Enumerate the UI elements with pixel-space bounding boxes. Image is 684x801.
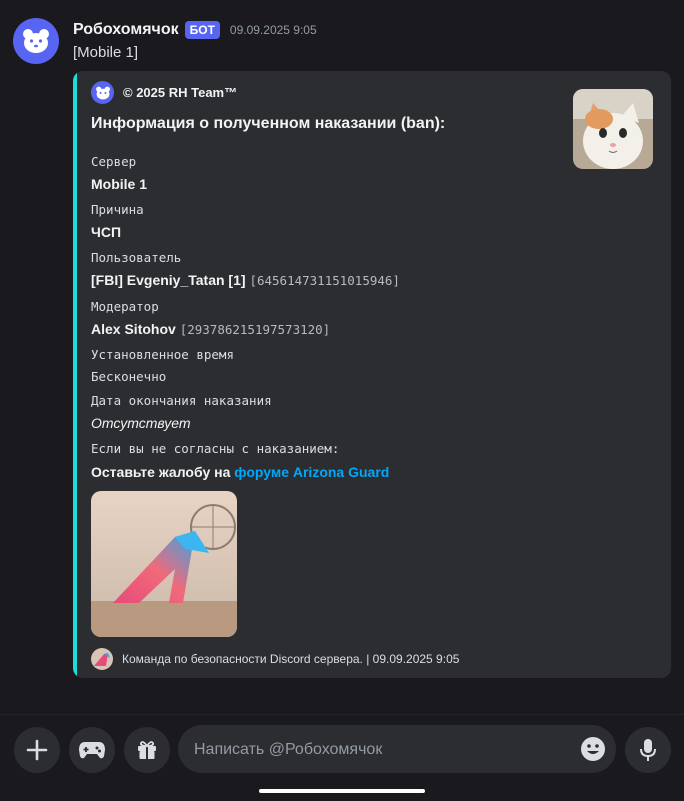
bot-badge: БОТ: [184, 21, 220, 39]
emoji-button[interactable]: [580, 736, 606, 762]
field-user-value-row: [FBI] Evgeniy_Tatan [1] [645614731151015…: [91, 272, 400, 288]
field-end-date-name: Дата окончания наказания: [91, 393, 272, 408]
embed-footer: Команда по безопасности Discord сервера.…: [91, 648, 459, 670]
field-end-date-value: Отсутствует: [91, 415, 191, 431]
hamster-icon: [23, 29, 49, 53]
author-hamster-icon: [91, 81, 114, 104]
message-input[interactable]: [192, 725, 576, 775]
bot-avatar[interactable]: [13, 18, 59, 64]
field-user-id: [645614731151015946]: [249, 273, 400, 288]
field-moderator-value: Alex Sitohov: [91, 321, 176, 337]
field-appeal-name: Если вы не согласны с наказанием:: [91, 441, 340, 456]
field-moderator-name: Модератор: [91, 299, 159, 314]
arizona-guard-forum-link[interactable]: форуме Arizona Guard: [234, 464, 389, 480]
embed-footer-text: Команда по безопасности Discord сервера.…: [122, 652, 460, 666]
field-user-value: [FBI] Evgeniy_Tatan [1]: [91, 272, 246, 288]
field-set-time-name: Установленное время: [91, 347, 234, 362]
gift-icon: [138, 741, 156, 759]
message-input-wrapper: [178, 725, 616, 775]
footer-logo-icon: [91, 648, 113, 670]
embed-accent-bar: [73, 71, 77, 678]
embed-author: © 2025 RH Team™: [91, 81, 237, 104]
voice-message-button[interactable]: [625, 727, 671, 773]
gamepad-icon: [79, 742, 105, 759]
field-server-value: Mobile 1: [91, 176, 148, 192]
activities-button[interactable]: [69, 727, 115, 773]
username[interactable]: Робохомячок: [73, 21, 179, 39]
message-text: [Mobile 1]: [73, 44, 139, 61]
embed-title: Информация о полученном наказании (ban):: [91, 115, 446, 132]
embed-card: © 2025 RH Team™ Информация о полученном …: [73, 71, 671, 678]
field-user-name: Пользователь: [91, 250, 182, 265]
field-reason-value: ЧСП: [91, 224, 122, 240]
message-timestamp: 09.09.2025 9:05: [229, 23, 317, 37]
emoji-icon: [581, 737, 605, 761]
field-appeal-value: Оставьте жалобу на: [91, 464, 231, 480]
add-attachment-button[interactable]: [14, 727, 60, 773]
message-composer: [0, 714, 684, 801]
field-moderator-id: [293786215197573120]: [179, 322, 331, 337]
field-moderator-value-row: Alex Sitohov [293786215197573120]: [91, 321, 330, 337]
field-appeal-value-row: Оставьте жалобу на форуме Arizona Guard: [91, 464, 389, 480]
field-server-name: Сервер: [91, 154, 137, 169]
field-set-time-value: Бесконечно: [91, 369, 167, 384]
field-reason-name: Причина: [91, 202, 144, 217]
home-indicator-bar: [259, 789, 425, 793]
plus-icon: [26, 739, 48, 761]
gift-button[interactable]: [124, 727, 170, 773]
arizona-logo-image[interactable]: [91, 491, 237, 637]
message-header: Робохомячок БОТ 09.09.2025 9:05: [73, 21, 317, 39]
embed-author-name: © 2025 RH Team™: [123, 85, 238, 100]
microphone-icon: [640, 739, 656, 761]
cat-thumbnail-image[interactable]: [573, 89, 653, 169]
